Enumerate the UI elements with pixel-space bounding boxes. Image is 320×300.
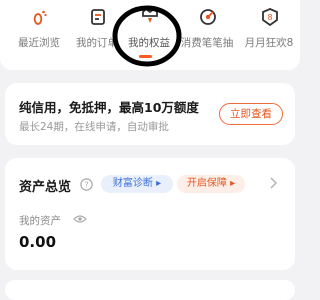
- nav-label: 我的权益: [128, 37, 170, 49]
- nav-my-benefits[interactable]: 我的权益: [119, 8, 179, 53]
- loan-title: 纯信用，免抵押，最高10万额度: [19, 100, 199, 115]
- assets-overview-card: 资产总览 ? 财富诊断 ▸ 开启保障 ▸ 我的资产 0.00: [5, 158, 295, 270]
- my-assets-label: 我的资产: [19, 215, 61, 227]
- carnival-icon: 8: [262, 8, 278, 26]
- benefit-icon: [142, 8, 158, 23]
- nav-my-orders[interactable]: 我的订单: [67, 8, 127, 53]
- view-now-button[interactable]: 立即查看: [219, 103, 283, 125]
- chevron-right-icon[interactable]: [268, 177, 278, 189]
- assets-value: 0.00: [19, 233, 57, 251]
- eye-icon[interactable]: [73, 214, 87, 224]
- nav-label: 月月狂欢8: [244, 37, 294, 49]
- nav-consume-lottery[interactable]: 消费笔笔抽: [177, 8, 237, 53]
- lottery-icon: [200, 9, 216, 25]
- order-icon: [91, 9, 105, 25]
- shortcut-nav-card: 最近浏览 我的订单 我的权益 消费笔笔抽 8 月月狂欢8: [0, 0, 300, 70]
- footprint-icon: [33, 10, 47, 25]
- credit-loan-card[interactable]: 纯信用，免抵押，最高10万额度 最长24期，在线申请，自动审批 立即查看: [5, 83, 295, 145]
- nav-recent-browse[interactable]: 最近浏览: [9, 8, 69, 53]
- next-card-partial: [5, 280, 295, 300]
- active-tab-indicator: [139, 55, 152, 58]
- svg-text:8: 8: [267, 13, 272, 22]
- nav-label: 消费笔笔抽: [180, 37, 234, 49]
- enable-protection-tag[interactable]: 开启保障 ▸: [177, 175, 245, 193]
- nav-monthly-carnival[interactable]: 8 月月狂欢8: [239, 8, 299, 53]
- wealth-diagnosis-tag[interactable]: 财富诊断 ▸: [101, 175, 173, 193]
- help-question-icon[interactable]: ?: [80, 178, 93, 191]
- svg-text:?: ?: [84, 181, 88, 190]
- loan-subtitle: 最长24期，在线申请，自动审批: [19, 121, 169, 133]
- assets-title: 资产总览: [19, 180, 72, 195]
- nav-label: 最近浏览: [18, 37, 60, 49]
- nav-label: 我的订单: [76, 37, 118, 49]
